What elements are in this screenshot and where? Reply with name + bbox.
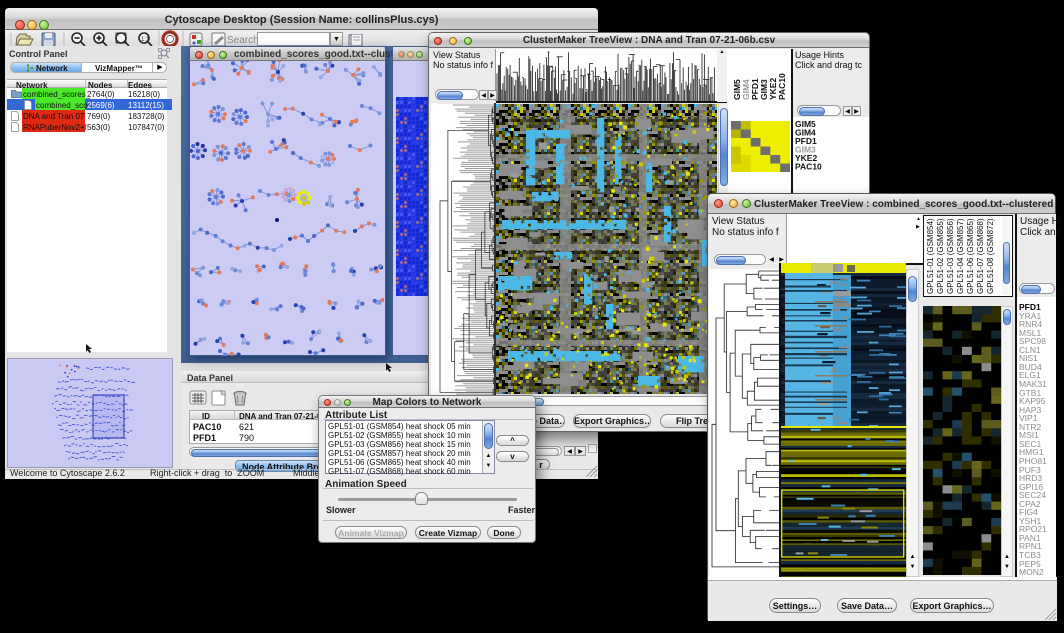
svg-text:GPL51-07 (GSM868): GPL51-07 (GSM868) xyxy=(976,218,985,294)
svg-text:1:1: 1:1 xyxy=(141,37,150,43)
svg-text:PAC10: PAC10 xyxy=(795,162,822,172)
svg-text:GPL51-08 (GSM872): GPL51-08 (GSM872) xyxy=(986,218,995,294)
svg-text:GPL51-01 (GSM854): GPL51-01 (GSM854) xyxy=(926,218,935,294)
svg-text:PAC10: PAC10 xyxy=(777,73,787,100)
svg-text:GPL51-03 (GSM856): GPL51-03 (GSM856) xyxy=(946,218,955,294)
svg-text:GPL51-06 (GSM865): GPL51-06 (GSM865) xyxy=(966,218,975,294)
svg-text:GPL51-02 (GSM855): GPL51-02 (GSM855) xyxy=(936,218,945,294)
svg-text:GPL51-04 (GSM857): GPL51-04 (GSM857) xyxy=(956,218,965,294)
